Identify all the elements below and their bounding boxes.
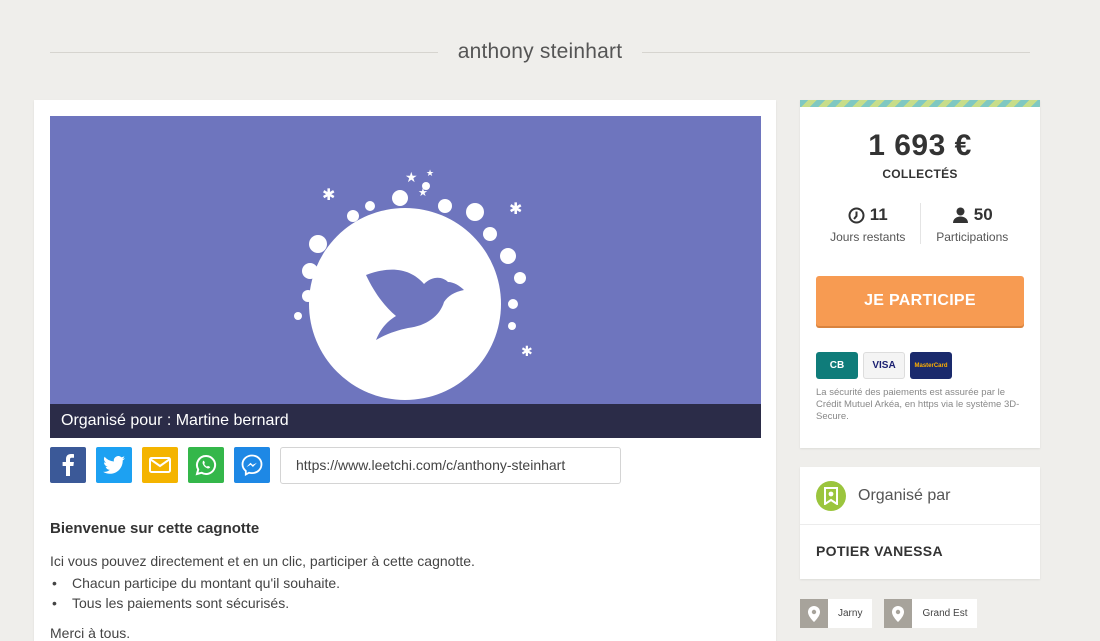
location-tag[interactable]: Jarny bbox=[800, 599, 873, 628]
description-intro: Ici vous pouvez directement et en un cli… bbox=[50, 553, 475, 569]
cb-card-icon: CB bbox=[816, 352, 858, 379]
participants-label: Participations bbox=[936, 230, 1009, 244]
description: Bienvenue sur cette cagnotte Ici vous po… bbox=[50, 520, 750, 641]
description-list: Chacun participe du montant qu'il souhai… bbox=[50, 573, 750, 613]
facebook-share-button[interactable] bbox=[50, 447, 86, 483]
metrics: 11 Jours restants 50 Participations bbox=[816, 203, 1024, 244]
header-rule-right bbox=[642, 51, 1031, 53]
header-rule-left bbox=[50, 51, 438, 53]
participate-button[interactable]: JE PARTICIPE bbox=[816, 276, 1024, 326]
page-header: anthony steinhart bbox=[50, 30, 1031, 74]
map-pin-icon bbox=[884, 599, 913, 628]
days-label: Jours restants bbox=[830, 230, 906, 244]
payment-cards: CB VISA MasterCard bbox=[816, 352, 1024, 379]
banner-image: ✱ ★ ★ ★ ✱ ✱ Organisé pour : Martine bern… bbox=[50, 116, 761, 438]
organizer-name[interactable]: POTIER VANESSA bbox=[800, 525, 1040, 577]
location-label: Grand Est bbox=[922, 608, 968, 619]
whatsapp-share-button[interactable] bbox=[188, 447, 224, 483]
main-card: ✱ ★ ★ ★ ✱ ✱ Organisé pour : Martine bern… bbox=[34, 100, 776, 641]
location-label: Jarny bbox=[838, 608, 863, 619]
email-share-button[interactable] bbox=[142, 447, 178, 483]
facebook-icon bbox=[62, 454, 74, 476]
person-icon bbox=[952, 207, 968, 223]
page-title: anthony steinhart bbox=[457, 40, 623, 63]
svg-text:★: ★ bbox=[426, 169, 434, 179]
messenger-share-button[interactable] bbox=[234, 447, 270, 483]
description-heading: Bienvenue sur cette cagnotte bbox=[50, 520, 260, 537]
share-row: https://www.leetchi.com/c/anthony-steinh… bbox=[50, 446, 621, 484]
list-item: Chacun participe du montant qu'il souhai… bbox=[50, 573, 750, 593]
svg-text:✱: ✱ bbox=[322, 185, 335, 204]
participants: 50 Participations bbox=[919, 203, 1025, 244]
visa-card-icon: VISA bbox=[863, 352, 905, 379]
envelope-icon bbox=[149, 457, 171, 473]
days-remaining-value-row: 11 bbox=[816, 203, 920, 227]
stats-card: 1 693 € COLLECTÉS 11 Jours restants 50 P… bbox=[800, 100, 1040, 448]
banner-caption: Organisé pour : Martine bernard bbox=[50, 404, 761, 438]
list-item: Tous les paiements sont sécurisés. bbox=[50, 593, 750, 613]
organizer-card: Organisé par POTIER VANESSA bbox=[800, 467, 1040, 579]
participants-value-row: 50 bbox=[921, 203, 1025, 227]
messenger-icon bbox=[241, 454, 263, 476]
share-url-field[interactable]: https://www.leetchi.com/c/anthony-steinh… bbox=[280, 446, 621, 484]
locations: Jarny Grand Est bbox=[800, 599, 989, 628]
svg-text:✱: ✱ bbox=[509, 199, 522, 218]
svg-text:★: ★ bbox=[418, 186, 428, 199]
twitter-icon bbox=[103, 456, 125, 474]
organizer-heading-row: Organisé par bbox=[800, 467, 1040, 525]
secure-payment-note: La sécurité des paiements est assurée pa… bbox=[816, 387, 1020, 422]
map-pin-icon bbox=[800, 599, 828, 628]
bookmark-icon bbox=[816, 480, 846, 511]
whatsapp-icon bbox=[195, 454, 217, 476]
participants-value: 50 bbox=[973, 205, 993, 224]
days-remaining: 11 Jours restants bbox=[816, 203, 920, 244]
collected-label: COLLECTÉS bbox=[882, 167, 958, 181]
mastercard-card-icon: MasterCard bbox=[910, 352, 952, 379]
collected-amount: 1 693 € bbox=[868, 129, 972, 162]
svg-text:★: ★ bbox=[405, 170, 418, 186]
organizer-heading: Organisé par bbox=[858, 486, 951, 504]
twitter-share-button[interactable] bbox=[96, 447, 132, 483]
description-closing: Merci à tous. bbox=[50, 625, 131, 641]
decorative-stripe bbox=[800, 100, 1040, 107]
clock-icon bbox=[848, 207, 865, 223]
svg-text:✱: ✱ bbox=[521, 344, 533, 360]
dove-illustration: ✱ ★ ★ ★ ✱ ✱ bbox=[294, 169, 533, 400]
location-tag[interactable]: Grand Est bbox=[884, 599, 978, 628]
days-value: 11 bbox=[869, 205, 888, 224]
